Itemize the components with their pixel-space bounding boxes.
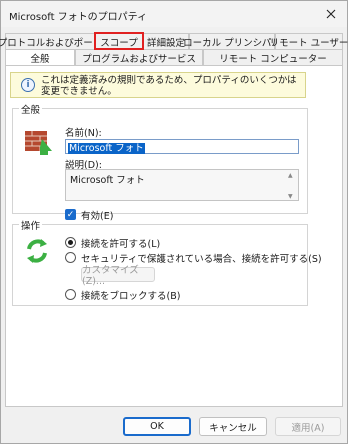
cancel-button[interactable]: キャンセル bbox=[199, 417, 267, 436]
name-value: Microsoft フォト bbox=[68, 143, 145, 154]
tab-remote-users[interactable]: リモート ユーザー bbox=[270, 33, 348, 49]
tab-advanced[interactable]: 詳細設定 bbox=[143, 33, 189, 49]
name-field[interactable]: Microsoft フォト bbox=[65, 139, 299, 154]
close-icon bbox=[326, 9, 336, 19]
checkmark-icon: ✓ bbox=[66, 209, 75, 220]
scroll-down-icon: ▼ bbox=[288, 193, 293, 200]
properties-dialog: Microsoft フォトのプロパティ プロトコルおよびポート スコープ 詳細設… bbox=[0, 0, 348, 444]
tab-local-principals[interactable]: ローカル プリンシパル bbox=[183, 33, 281, 49]
tab-scope[interactable]: スコープ bbox=[94, 32, 144, 50]
allow-connection-label: 接続を許可する(L) bbox=[81, 239, 161, 250]
firewall-rule-icon bbox=[25, 131, 52, 155]
tab-panel-general: i これは定義済みの規則であるため、プロパティのいくつかは変更できません。 全般… bbox=[5, 65, 343, 407]
enabled-label: 有効(E) bbox=[81, 211, 114, 222]
general-group-label: 全般 bbox=[19, 102, 43, 116]
customize-button[interactable]: カスタマイズ(Z)... bbox=[81, 265, 155, 287]
scroll-up-icon: ▲ bbox=[288, 172, 293, 179]
description-value: Microsoft フォト bbox=[70, 175, 145, 186]
action-arrows-icon bbox=[27, 239, 47, 263]
apply-button[interactable]: 適用(A) bbox=[275, 417, 341, 436]
title-bar: Microsoft フォトのプロパティ bbox=[1, 1, 347, 27]
allow-connection-radio[interactable] bbox=[65, 237, 76, 248]
close-button[interactable] bbox=[321, 4, 341, 24]
name-label: 名前(N): bbox=[65, 128, 102, 139]
general-group: 全般 名前(N): Microsoft フォト 説明(D): Microsoft… bbox=[12, 102, 308, 222]
notice-text: これは定義済みの規則であるため、プロパティのいくつかは変更できません。 bbox=[41, 75, 297, 97]
tab-remote-computers[interactable]: リモート コンピューター bbox=[203, 49, 343, 65]
block-connection-label: 接続をブロックする(B) bbox=[81, 291, 181, 302]
allow-if-secure-radio[interactable] bbox=[65, 252, 76, 263]
window-title: Microsoft フォトのプロパティ bbox=[9, 12, 148, 23]
ok-button[interactable]: OK bbox=[123, 417, 191, 436]
tab-programs-services[interactable]: プログラムおよびサービス bbox=[75, 49, 203, 65]
action-group-label: 操作 bbox=[19, 218, 43, 232]
action-group: 操作 接続を許可する(L) セキュリティで保護されている場合、接続を許可する(S… bbox=[12, 218, 322, 306]
tab-protocols-ports[interactable]: プロトコルおよびポート bbox=[0, 33, 102, 49]
description-scrollbar[interactable]: ▲ ▼ bbox=[287, 171, 297, 201]
predefined-rule-notice: i これは定義済みの規則であるため、プロパティのいくつかは変更できません。 bbox=[10, 72, 306, 98]
tab-general[interactable]: 全般 bbox=[5, 49, 75, 66]
description-field[interactable]: Microsoft フォト ▲ ▼ bbox=[65, 169, 299, 201]
enabled-checkbox[interactable]: ✓ bbox=[65, 209, 76, 220]
block-connection-radio[interactable] bbox=[65, 289, 76, 300]
info-icon: i bbox=[21, 78, 35, 92]
